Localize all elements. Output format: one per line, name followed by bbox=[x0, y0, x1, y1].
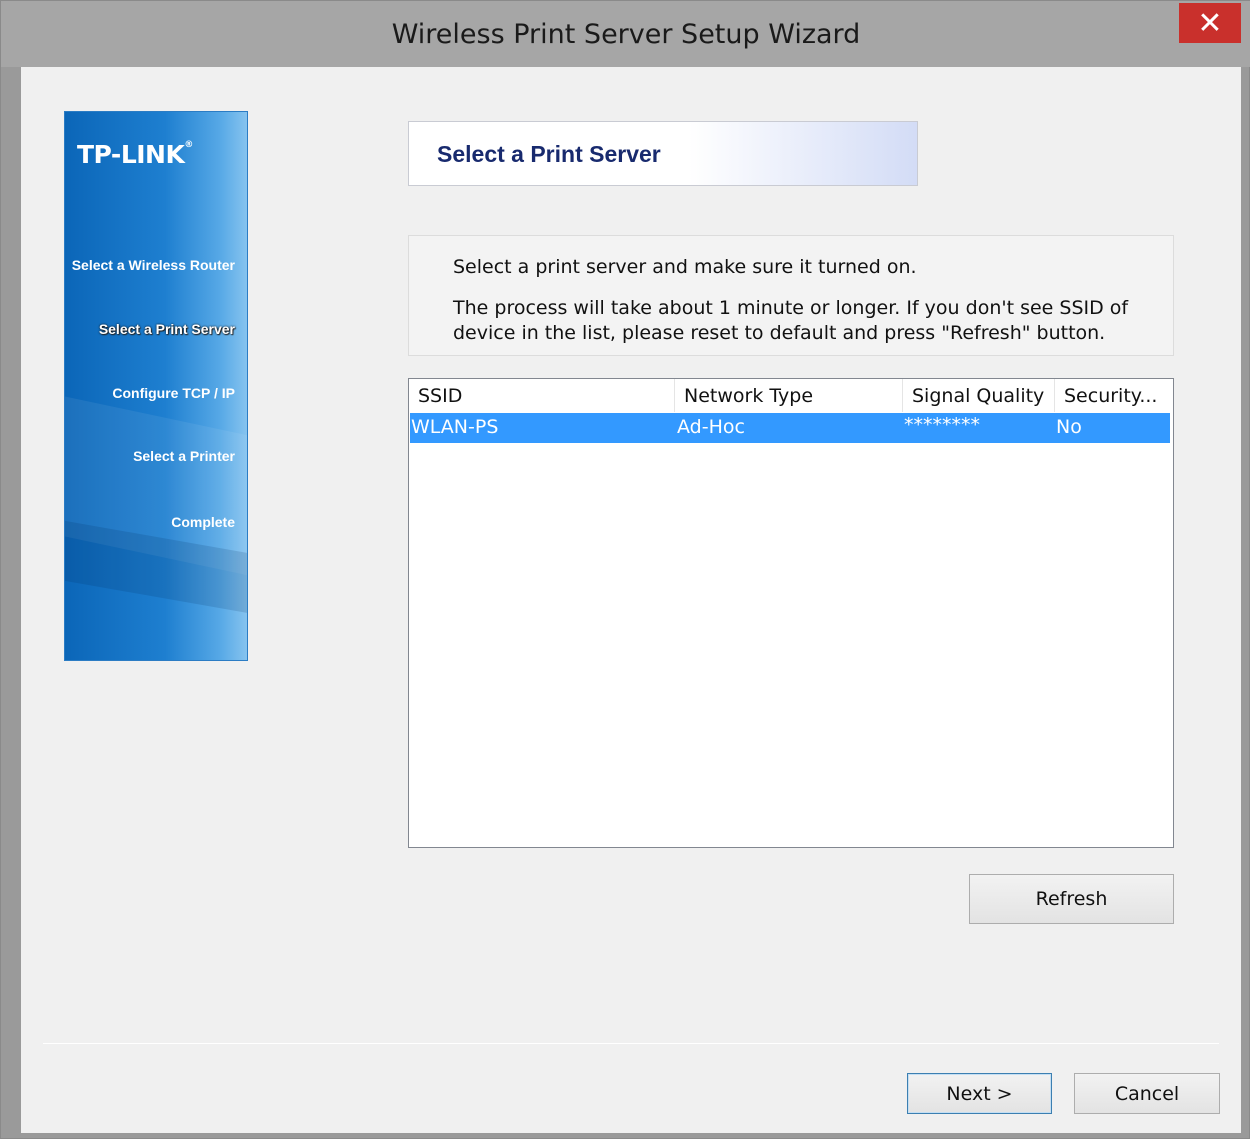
cell-signal-quality: ******** bbox=[904, 414, 980, 436]
page-title: Select a Print Server bbox=[437, 141, 661, 167]
step-select-printer: Select a Printer bbox=[133, 448, 235, 464]
wizard-window: Wireless Print Server Setup Wizard ✕ TP-… bbox=[0, 0, 1250, 1139]
step-select-wireless-router: Select a Wireless Router bbox=[71, 257, 235, 273]
cell-security: No bbox=[1056, 416, 1082, 438]
close-icon: ✕ bbox=[1197, 5, 1223, 41]
wizard-client-area: TP-LINK® Select a Wireless Router Select… bbox=[21, 67, 1241, 1133]
column-header-network-type[interactable]: Network Type bbox=[675, 379, 903, 412]
page-header-panel: Select a Print Server bbox=[408, 121, 918, 186]
instruction-line-1: Select a print server and make sure it t… bbox=[453, 256, 917, 278]
tp-link-logo: TP-LINK® bbox=[77, 140, 193, 169]
column-header-signal-quality[interactable]: Signal Quality bbox=[903, 379, 1055, 412]
close-button[interactable]: ✕ bbox=[1179, 3, 1241, 43]
refresh-button[interactable]: Refresh bbox=[969, 874, 1174, 924]
cell-network-type: Ad-Hoc bbox=[677, 416, 745, 438]
table-row[interactable]: WLAN-PS Ad-Hoc ******** No bbox=[410, 413, 1170, 443]
wizard-sidebar: TP-LINK® Select a Wireless Router Select… bbox=[64, 111, 248, 661]
cancel-button[interactable]: Cancel bbox=[1074, 1073, 1220, 1114]
print-server-list[interactable]: SSID Network Type Signal Quality Securit… bbox=[408, 378, 1174, 848]
brand-registered-mark: ® bbox=[184, 140, 193, 150]
footer-separator bbox=[43, 1043, 1219, 1044]
instruction-line-2: The process will take about 1 minute or … bbox=[453, 297, 1129, 344]
window-title: Wireless Print Server Setup Wizard bbox=[391, 19, 861, 50]
cell-ssid: WLAN-PS bbox=[411, 416, 499, 438]
step-select-print-server: Select a Print Server bbox=[98, 321, 235, 337]
column-header-security[interactable]: Security... bbox=[1055, 379, 1173, 412]
next-button[interactable]: Next > bbox=[907, 1073, 1052, 1114]
brand-name: TP-LINK bbox=[77, 140, 185, 169]
list-header: SSID Network Type Signal Quality Securit… bbox=[409, 379, 1173, 412]
column-header-ssid[interactable]: SSID bbox=[409, 379, 675, 412]
step-configure-tcp-ip: Configure TCP / IP bbox=[112, 385, 235, 401]
step-complete: Complete bbox=[171, 514, 235, 530]
title-bar[interactable]: Wireless Print Server Setup Wizard ✕ bbox=[1, 1, 1250, 67]
instruction-box: Select a print server and make sure it t… bbox=[408, 235, 1174, 356]
